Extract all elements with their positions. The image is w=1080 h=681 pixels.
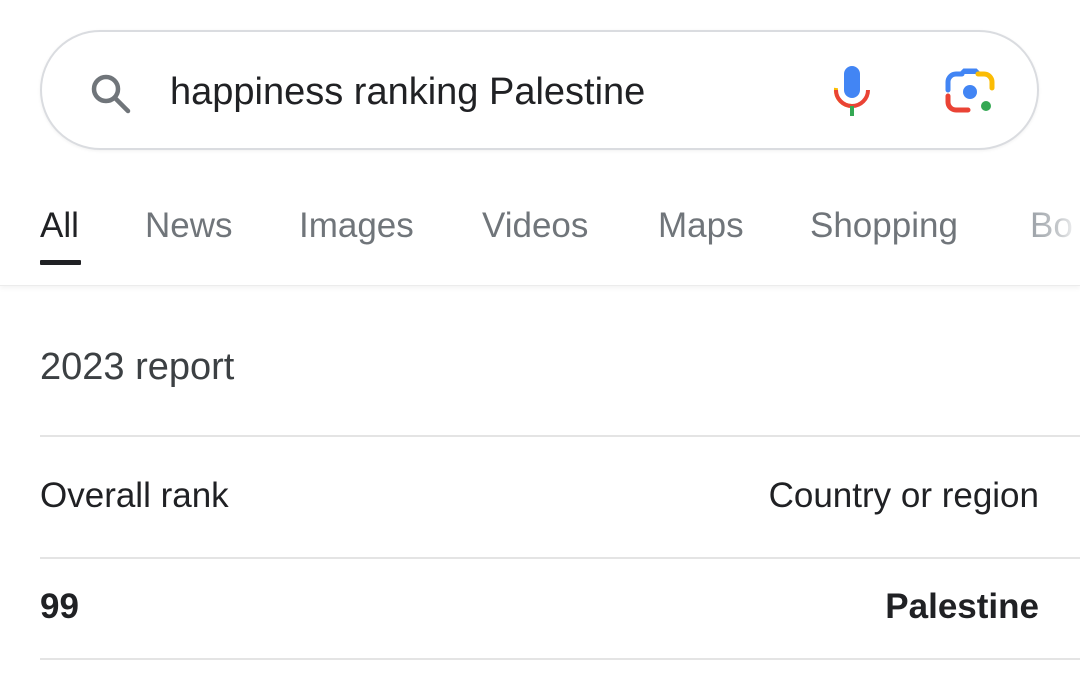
divider: [40, 435, 1080, 437]
divider: [40, 658, 1080, 660]
column-header-rank: Overall rank: [40, 476, 229, 515]
country-value: Palestine: [885, 587, 1039, 626]
tab-books[interactable]: Bo: [1030, 206, 1080, 246]
rank-value: 99: [40, 587, 79, 626]
search-icon[interactable]: [87, 70, 135, 118]
tab-news[interactable]: News: [145, 206, 233, 246]
column-header-country: Country or region: [768, 476, 1039, 515]
tab-videos[interactable]: Videos: [482, 206, 588, 246]
tab-maps[interactable]: Maps: [658, 206, 744, 246]
tab-all[interactable]: All: [40, 206, 79, 246]
divider: [40, 557, 1080, 559]
active-tab-indicator: [40, 260, 81, 265]
report-title: 2023 report: [40, 346, 235, 388]
search-tabs: All News Images Videos Maps Shopping Bo: [0, 190, 1080, 286]
tab-shopping[interactable]: Shopping: [810, 206, 958, 246]
microphone-icon[interactable]: [828, 64, 876, 118]
google-lens-icon[interactable]: [942, 68, 998, 118]
search-input[interactable]: [170, 62, 790, 122]
search-bar[interactable]: [40, 30, 1039, 150]
tab-images[interactable]: Images: [299, 206, 414, 246]
